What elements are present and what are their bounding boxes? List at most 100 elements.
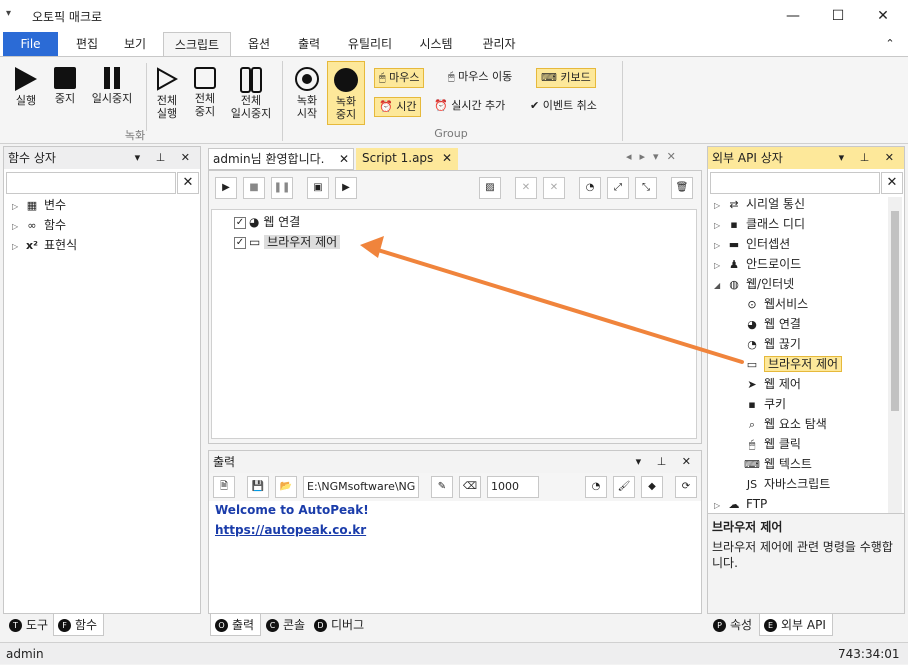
tree-item-web-click[interactable]: 🖱 웹 클릭 bbox=[744, 434, 886, 454]
output-new-icon[interactable]: 🗎 bbox=[213, 476, 235, 498]
tab-external-api[interactable]: E 외부 API bbox=[759, 614, 833, 636]
quick-access-menu-icon[interactable]: ▾ bbox=[6, 8, 11, 19]
editor-collapse-button[interactable]: ⤡ bbox=[635, 177, 657, 199]
tree-item-function[interactable]: ▷ ∞ 함수 bbox=[12, 215, 192, 235]
tree-item-web-element-search[interactable]: ⌕ 웹 요소 탐색 bbox=[744, 414, 886, 434]
output-eraser-icon[interactable]: ⌫ bbox=[459, 476, 481, 498]
api-search-input[interactable] bbox=[710, 172, 880, 194]
api-tree-scrollbar[interactable] bbox=[888, 197, 902, 513]
tree-item-web-text[interactable]: ⌨ 웹 텍스트 bbox=[744, 454, 886, 474]
editor-expand-button[interactable]: ⤢ bbox=[607, 177, 629, 199]
tree-item-class-dd[interactable]: ▷ ▪ 클래스 디디 bbox=[714, 214, 886, 234]
tab-close-icon[interactable]: ✕ bbox=[339, 149, 349, 169]
pause-button[interactable]: 일시중지 bbox=[84, 67, 140, 105]
editor-run-step-button[interactable]: ▶ bbox=[335, 177, 357, 199]
output-link[interactable]: https://autopeak.co.kr bbox=[215, 523, 366, 537]
tab-script[interactable]: Script 1.aps ✕ bbox=[356, 148, 458, 170]
script-line-web-connect[interactable]: ✓ ◕ 웹 연결 bbox=[234, 212, 300, 232]
menu-tab-edit[interactable]: 편집 bbox=[62, 32, 112, 56]
menu-tab-view[interactable]: 보기 bbox=[112, 32, 158, 56]
time-toggle-button[interactable]: ⏰ 시간 bbox=[374, 97, 422, 117]
tab-debug[interactable]: D 디버그 bbox=[310, 614, 370, 636]
output-open-folder-icon[interactable]: 📂 bbox=[275, 476, 297, 498]
output-clean-icon[interactable]: ✎ bbox=[431, 476, 453, 498]
menu-tab-output[interactable]: 출력 bbox=[286, 32, 332, 56]
keyboard-toggle-button[interactable]: ⌨ 키보드 bbox=[536, 68, 596, 88]
ribbon-collapse-icon[interactable]: ⌃ bbox=[880, 32, 900, 56]
output-path-input[interactable]: E:\NGMsoftware\NG bbox=[303, 476, 419, 498]
tab-nav-buttons[interactable]: ◂▸▾✕ bbox=[626, 150, 684, 163]
panel-header-buttons[interactable]: ▾ ⊥ ✕ bbox=[839, 147, 900, 169]
editor-delete-button[interactable]: 🗑 bbox=[671, 177, 693, 199]
tab-functions[interactable]: F 함수 bbox=[53, 614, 105, 636]
tree-item-android[interactable]: ▷ ♟ 안드로이드 bbox=[714, 254, 886, 274]
stop-button[interactable]: 중지 bbox=[48, 67, 82, 105]
editor-disable-button[interactable]: ✕ bbox=[515, 177, 537, 199]
record-start-button[interactable]: 녹화 시작 bbox=[290, 67, 324, 120]
web-connect-icon: ◕ bbox=[249, 215, 260, 229]
run-all-button[interactable]: 전체 실행 bbox=[150, 67, 184, 120]
tab-welcome[interactable]: admin님 환영합니다. ✕ bbox=[208, 148, 354, 170]
menu-tab-system[interactable]: 시스템 bbox=[407, 32, 465, 56]
tree-item-interception[interactable]: ▷ ▬ 인터셉션 bbox=[714, 234, 886, 254]
menu-tab-options[interactable]: 옵션 bbox=[236, 32, 282, 56]
editor-enable-button[interactable]: ✕ bbox=[543, 177, 565, 199]
editor-run-button[interactable]: ▶ bbox=[215, 177, 237, 199]
tree-item-web-control[interactable]: ➤ 웹 제어 bbox=[744, 374, 886, 394]
function-search-input[interactable] bbox=[6, 172, 176, 194]
editor-step-button[interactable]: ▣ bbox=[307, 177, 329, 199]
panel-header-buttons[interactable]: ▾ ⊥ ✕ bbox=[636, 451, 697, 473]
mouse-move-button[interactable]: 🖱 마우스 이동 bbox=[444, 68, 516, 88]
title-bar: ▾ 오토픽 매크로 — ☐ ✕ bbox=[0, 0, 908, 32]
output-bottom-tabs: O 출력 C 콘솔 D 디버그 bbox=[208, 614, 702, 638]
realtime-add-button[interactable]: ⏰ 실시간 추가 bbox=[430, 97, 509, 117]
serial-icon: ⇄ bbox=[729, 198, 739, 211]
pause-all-button[interactable]: 전체 일시중지 bbox=[226, 67, 276, 120]
tree-item-variable[interactable]: ▷ ▦ 변수 bbox=[12, 195, 192, 215]
tree-item-ftp[interactable]: ▷ ☁ FTP bbox=[714, 494, 886, 514]
editor-clock-button[interactable]: ◔ bbox=[579, 177, 601, 199]
minimize-button[interactable]: — bbox=[770, 0, 816, 32]
output-fill-icon[interactable]: ◆ bbox=[641, 476, 663, 498]
tree-item-web-service[interactable]: ⊙ 웹서비스 bbox=[744, 294, 886, 314]
editor-pause-button[interactable]: ❚❚ bbox=[271, 177, 293, 199]
menu-tab-script[interactable]: 스크립트 bbox=[163, 32, 231, 56]
tab-console[interactable]: C 콘솔 bbox=[262, 614, 311, 636]
stop-all-button[interactable]: 전체 중지 bbox=[188, 67, 222, 118]
output-number-stepper[interactable]: 1000 bbox=[487, 476, 539, 498]
menu-tab-admin[interactable]: 관리자 bbox=[470, 32, 528, 56]
tree-item-web-disconnect[interactable]: ◔ 웹 끊기 bbox=[744, 334, 886, 354]
tree-item-javascript[interactable]: JS 자바스크립트 bbox=[744, 474, 886, 494]
script-line-browser-control[interactable]: ✓ ▭ 브라우저 제어 bbox=[234, 232, 341, 252]
search-clear-button[interactable]: ✕ bbox=[881, 172, 903, 194]
tab-tools[interactable]: T 도구 bbox=[5, 614, 54, 636]
tab-close-icon[interactable]: ✕ bbox=[442, 148, 452, 168]
panel-header-buttons[interactable]: ▾ ⊥ ✕ bbox=[135, 147, 196, 169]
tree-item-expression[interactable]: ▷ x² 표현식 bbox=[12, 235, 192, 255]
script-canvas[interactable]: ✓ ◕ 웹 연결 ✓ ▭ 브라우저 제어 bbox=[211, 209, 697, 439]
event-cancel-button[interactable]: ✔ 이벤트 취소 bbox=[526, 97, 601, 117]
output-brush-icon[interactable]: 🖌 bbox=[613, 476, 635, 498]
run-button[interactable]: 실행 bbox=[8, 67, 44, 107]
editor-image-button[interactable]: ▨ bbox=[479, 177, 501, 199]
group-label-group: Group bbox=[434, 127, 468, 140]
search-clear-button[interactable]: ✕ bbox=[177, 172, 199, 194]
close-button[interactable]: ✕ bbox=[860, 0, 906, 32]
record-stop-button[interactable]: 녹화 중지 bbox=[327, 61, 365, 125]
menu-tab-file[interactable]: File bbox=[3, 32, 58, 56]
tab-output[interactable]: O 출력 bbox=[210, 614, 262, 636]
output-save-icon[interactable]: 💾 bbox=[247, 476, 269, 498]
tree-item-cookie[interactable]: ▪ 쿠키 bbox=[744, 394, 886, 414]
tree-item-serial[interactable]: ▷ ⇄ 시리얼 통신 bbox=[714, 194, 886, 214]
output-clock-icon[interactable]: ◔ bbox=[585, 476, 607, 498]
scrollbar-thumb[interactable] bbox=[891, 211, 899, 411]
tab-properties[interactable]: P 속성 bbox=[709, 614, 758, 636]
mouse-toggle-button[interactable]: 🖱 마우스 bbox=[374, 68, 425, 88]
maximize-button[interactable]: ☐ bbox=[815, 0, 861, 32]
output-refresh-icon[interactable]: ⟳ bbox=[675, 476, 697, 498]
menu-tab-utility[interactable]: 유틸리티 bbox=[338, 32, 402, 56]
tree-item-web-connect[interactable]: ◕ 웹 연결 bbox=[744, 314, 886, 334]
editor-stop-button[interactable]: ■ bbox=[243, 177, 265, 199]
tree-item-browser-control[interactable]: ▭ 브라우저 제어 bbox=[744, 354, 886, 374]
tree-item-web-internet[interactable]: ◢ ◍ 웹/인터넷 bbox=[714, 274, 886, 294]
